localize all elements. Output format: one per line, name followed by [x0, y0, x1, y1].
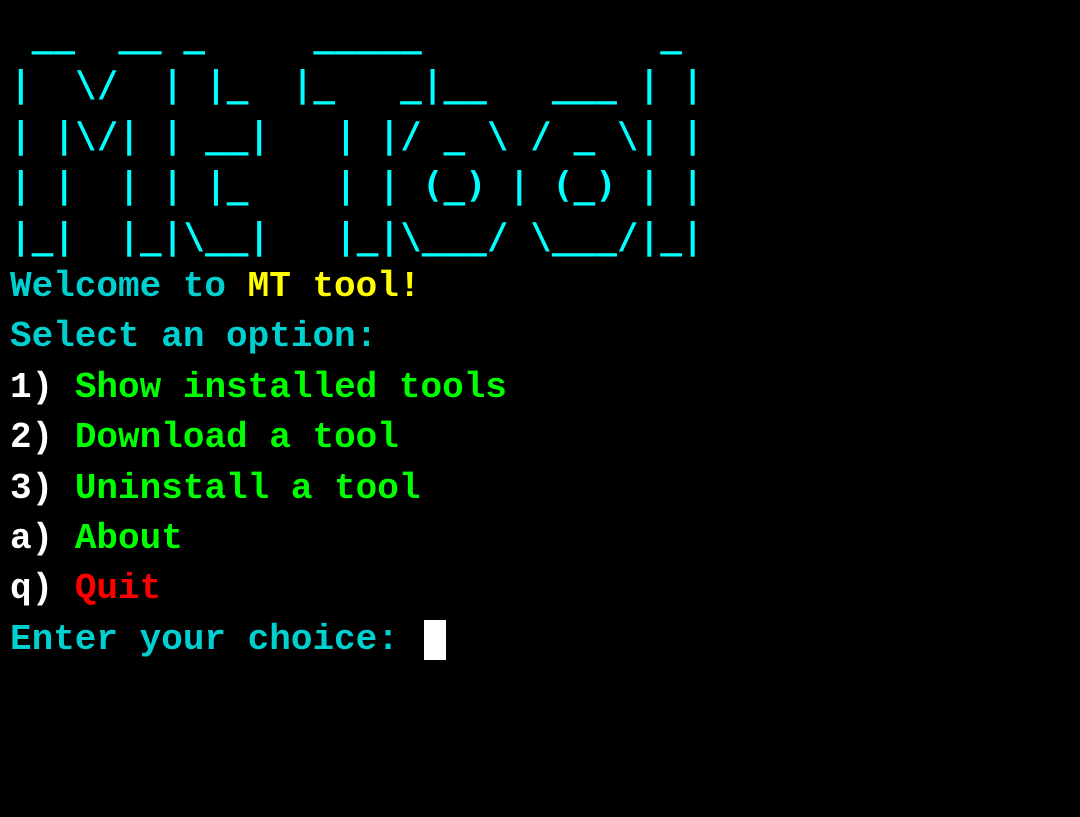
cursor-icon [424, 620, 446, 660]
menu-label: Show installed tools [75, 367, 507, 408]
menu-label: Download a tool [75, 417, 399, 458]
welcome-prefix: Welcome to [10, 266, 248, 307]
menu-key: 2) [10, 417, 53, 458]
menu-item-3[interactable]: 3) Uninstall a tool [10, 464, 1070, 514]
menu-item-about[interactable]: a) About [10, 514, 1070, 564]
menu-key: 1) [10, 367, 53, 408]
input-prompt-line[interactable]: Enter your choice: [10, 615, 1070, 665]
menu-item-quit[interactable]: q) Quit [10, 564, 1070, 614]
select-prompt: Select an option: [10, 312, 1070, 362]
menu-key: 3) [10, 468, 53, 509]
ascii-logo: __ __ _ _____ _ | \/ | |_ |_ _|__ ___ | … [10, 10, 1070, 262]
menu-label: About [75, 518, 183, 559]
menu-key: a) [10, 518, 53, 559]
menu-key: q) [10, 568, 53, 609]
welcome-line: Welcome to MT tool! [10, 262, 1070, 312]
welcome-highlight: MT tool! [248, 266, 421, 307]
menu-label: Uninstall a tool [75, 468, 421, 509]
menu-label: Quit [75, 568, 161, 609]
terminal-window: __ __ _ _____ _ | \/ | |_ |_ _|__ ___ | … [0, 0, 1080, 675]
input-prompt: Enter your choice: [10, 619, 420, 660]
menu-item-1[interactable]: 1) Show installed tools [10, 363, 1070, 413]
menu-item-2[interactable]: 2) Download a tool [10, 413, 1070, 463]
